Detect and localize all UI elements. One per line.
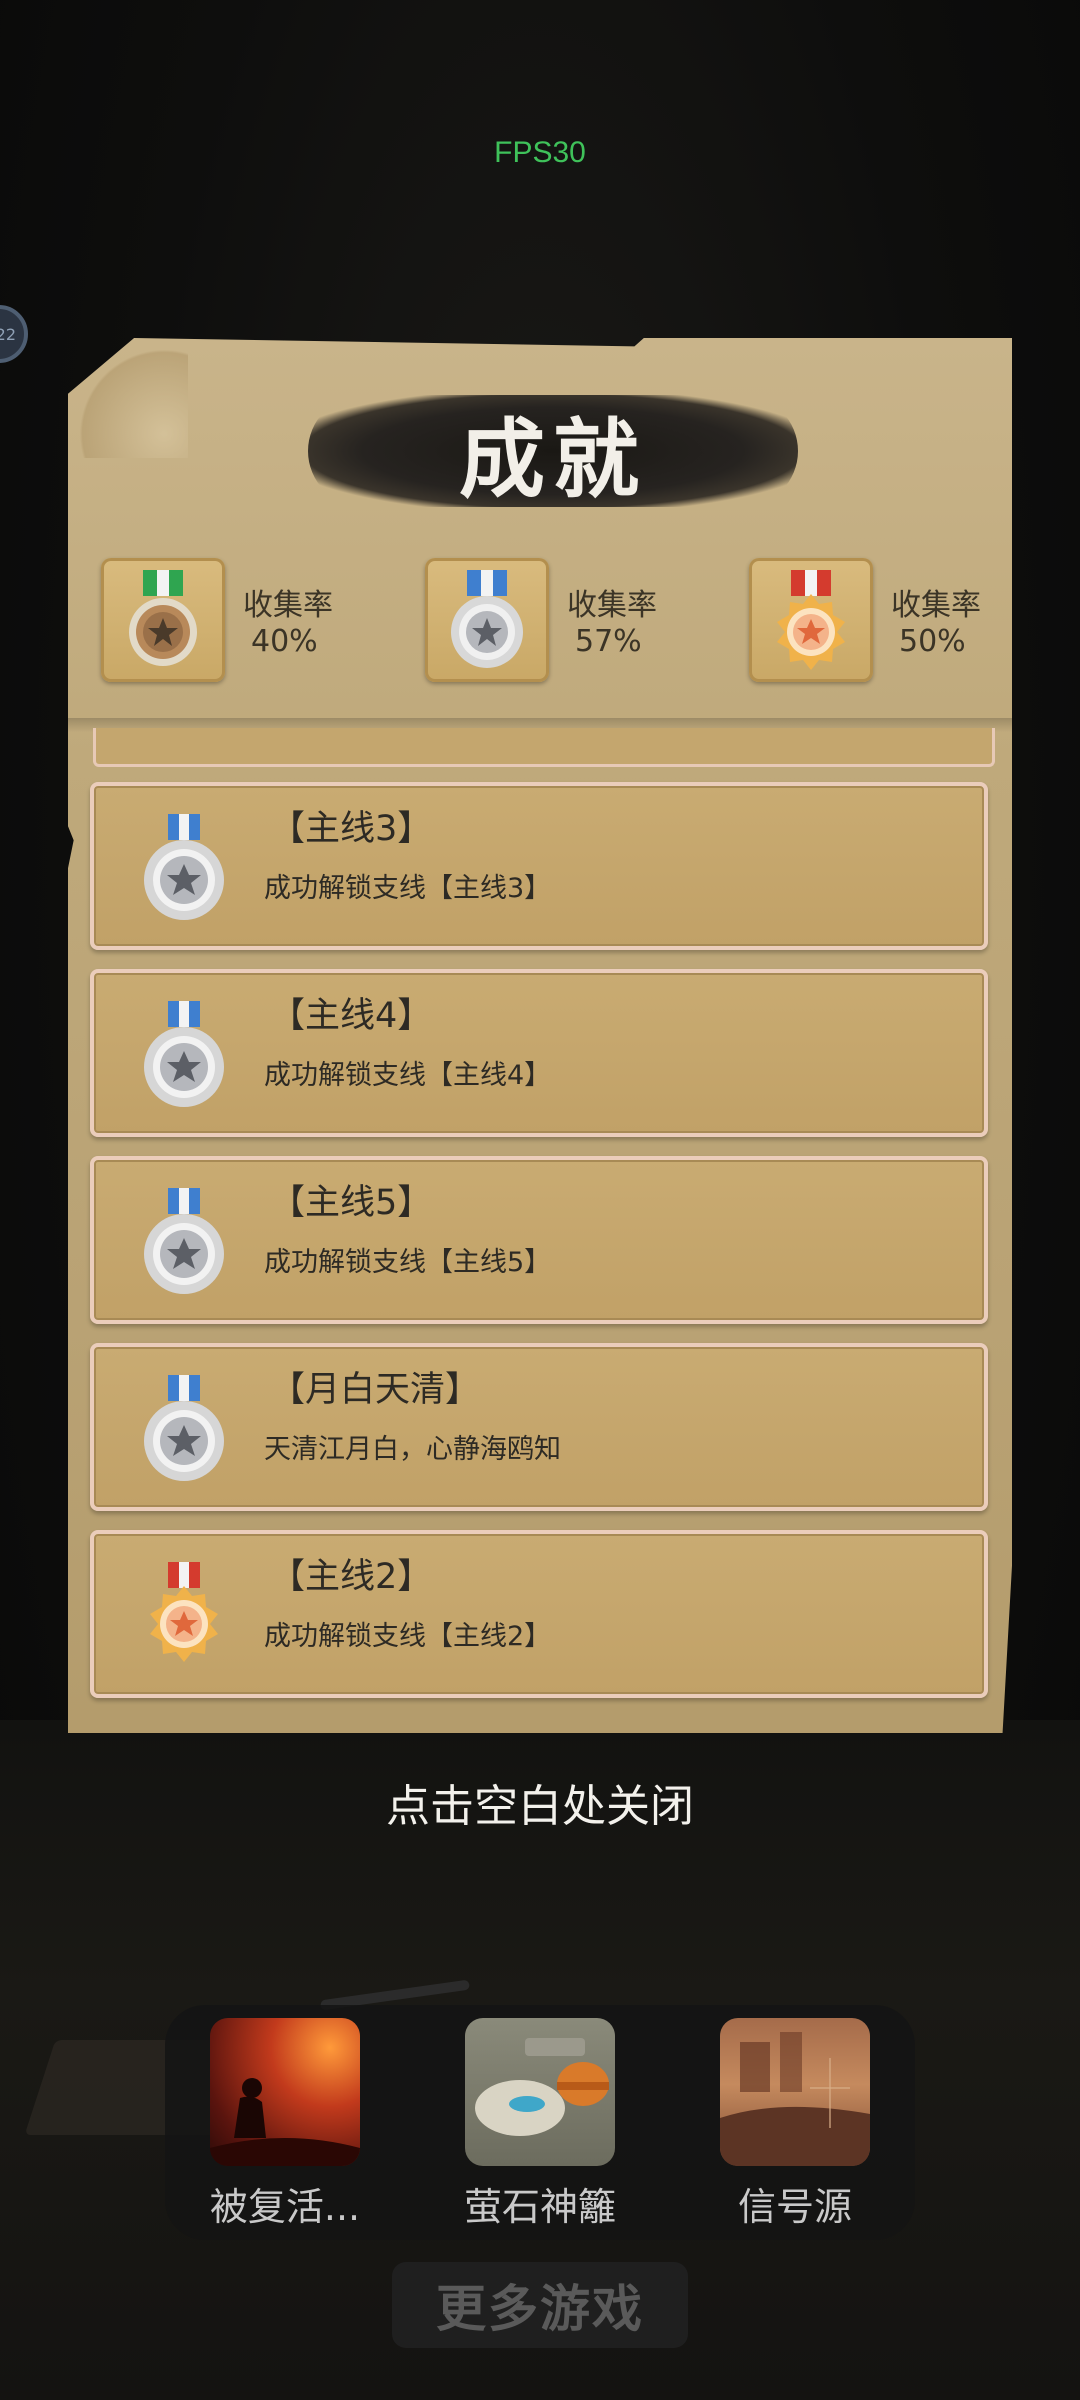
stat-value: 50%	[899, 624, 966, 659]
panel-title: 成就	[459, 408, 647, 510]
achievement-item[interactable]: 【主线5】 成功解锁支线【主线5】	[90, 1156, 988, 1324]
stat-label: 收集率	[891, 588, 981, 623]
silver-medal-icon	[144, 814, 224, 920]
side-floating-button[interactable]: 22	[0, 305, 28, 363]
game-name: 信号源	[737, 2185, 852, 2229]
gold-medal-icon	[150, 1562, 218, 1662]
achievement-item[interactable]: 【主线4】 成功解锁支线【主线4】	[90, 969, 988, 1137]
achievement-title: 【主线5】	[270, 1183, 433, 1223]
list-item-partial	[93, 728, 995, 767]
achievement-desc: 成功解锁支线【主线2】	[264, 1621, 552, 1652]
stat-medal-box	[749, 558, 873, 682]
achievement-title: 【月白天清】	[270, 1370, 481, 1410]
gold-medal-icon	[777, 570, 845, 670]
bronze-medal-icon	[129, 570, 197, 666]
achievement-desc: 天清江月白，心静海鸥知	[264, 1434, 561, 1465]
side-badge-text: 22	[0, 324, 16, 344]
stat-value: 40%	[251, 624, 318, 659]
game-thumbnail	[465, 2018, 615, 2166]
stat-silver: 收集率 57%	[425, 558, 725, 682]
stone-and-hat-icon	[475, 2038, 609, 2136]
stat-medal-box	[425, 558, 549, 682]
silver-medal-icon	[144, 1001, 224, 1107]
more-games-button[interactable]: 更多游戏	[392, 2262, 688, 2348]
stat-label: 收集率	[243, 588, 333, 623]
achievement-item[interactable]: 【主线3】 成功解锁支线【主线3】	[90, 782, 988, 950]
game-thumbnail	[720, 2018, 870, 2166]
silver-medal-icon	[144, 1375, 224, 1481]
game-tile[interactable]: 信号源	[720, 2018, 870, 2229]
paper-curl	[68, 338, 188, 458]
game-name: 被复活...	[209, 2185, 361, 2229]
stat-bronze: 收集率 40%	[101, 558, 401, 682]
achievement-item[interactable]: 【月白天清】 天清江月白，心静海鸥知	[90, 1343, 988, 1511]
achievement-desc: 成功解锁支线【主线5】	[264, 1247, 552, 1278]
achievement-title: 【主线2】	[270, 1557, 433, 1597]
silhouette-figure-icon	[210, 2078, 360, 2166]
game-tile[interactable]: 被复活...	[210, 2018, 360, 2229]
desert-scene-icon	[720, 2032, 870, 2166]
achievement-item[interactable]: 【主线2】 成功解锁支线【主线2】	[90, 1530, 988, 1698]
stat-gold: 收集率 50%	[749, 558, 1049, 682]
achievement-title: 【主线3】	[270, 809, 433, 849]
silver-medal-icon	[451, 570, 523, 668]
game-thumbnail	[210, 2018, 360, 2166]
achievement-desc: 成功解锁支线【主线3】	[264, 873, 552, 904]
game-tile[interactable]: 萤石神籬	[464, 2018, 616, 2229]
stat-label: 收集率	[567, 588, 657, 623]
fps-counter: FPS30	[494, 136, 586, 169]
silver-medal-icon	[144, 1188, 224, 1294]
game-name: 萤石神籬	[463, 2185, 616, 2229]
achievement-desc: 成功解锁支线【主线4】	[264, 1060, 552, 1091]
stat-value: 57%	[575, 624, 642, 659]
achievement-title: 【主线4】	[270, 996, 433, 1036]
stat-medal-box	[101, 558, 225, 682]
close-hint-text[interactable]: 点击空白处关闭	[0, 1770, 1080, 1834]
